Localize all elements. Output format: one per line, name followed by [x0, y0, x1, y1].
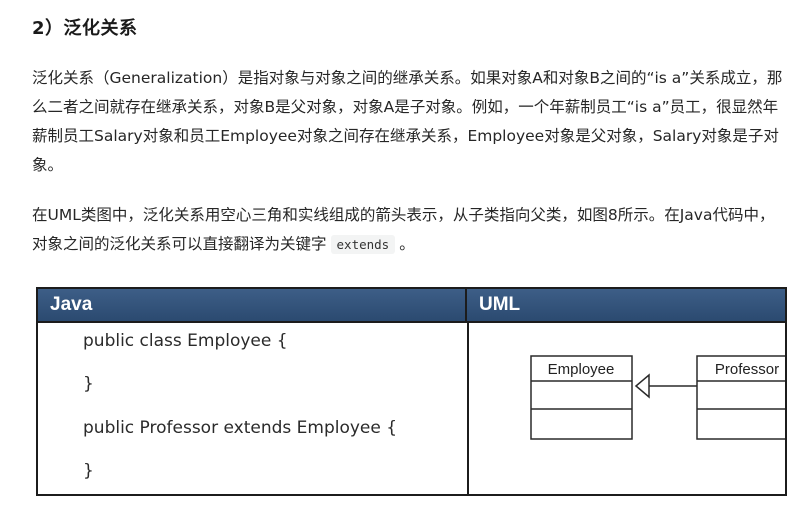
paragraph-uml-description: 在UML类图中，泛化关系用空心三角和实线组成的箭头表示，从子类指向父类，如图8所… [32, 201, 784, 259]
paragraph-generalization-intro: 泛化关系（Generalization）是指对象与对象之间的继承关系。如果对象A… [32, 69, 783, 174]
generalization-arrow [634, 373, 697, 399]
code-line-3: public Professor extends Employee { [83, 418, 398, 438]
code-line-4: } [83, 461, 94, 481]
table-header-uml: UML [467, 289, 785, 321]
code-line-2: } [83, 374, 94, 394]
uml-professor-name: Professor [715, 361, 779, 378]
uml-employee-name: Employee [548, 361, 615, 378]
section-heading: 2）泛化关系 [32, 18, 138, 39]
uml-class-employee: Employee [530, 355, 633, 440]
code-line-1: public class Employee { [83, 331, 288, 351]
java-uml-comparison-table: Java UML public class Employee { } publi… [36, 287, 787, 496]
table-header-row: Java UML [38, 289, 785, 321]
inline-code-extends: extends [330, 235, 396, 254]
uml-class-diagram: Employee Professor [530, 355, 785, 440]
uml-class-professor: Professor [696, 355, 785, 440]
paragraph-text-after: 。 [399, 235, 415, 253]
table-header-java: Java [38, 289, 467, 321]
